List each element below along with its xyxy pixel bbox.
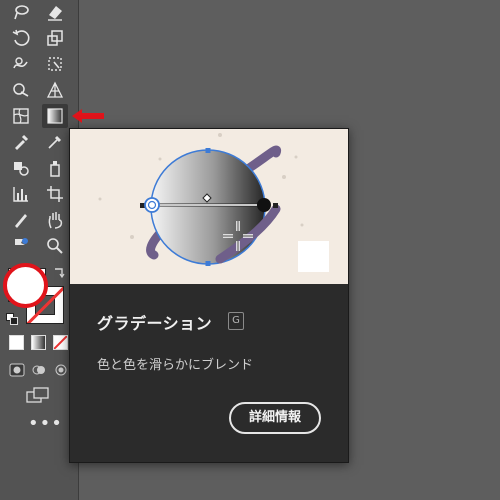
color-mode-button[interactable] [9,335,24,350]
artboard-icon[interactable] [42,182,68,206]
draw-inside-icon[interactable] [53,362,69,376]
perspective-grid-icon[interactable] [42,78,68,102]
eyedropper-icon[interactable] [42,130,68,154]
red-arrow-indicator [72,109,104,123]
eraser-icon[interactable] [42,0,68,24]
tools-panel: ••• [0,0,79,500]
learn-more-button[interactable]: 詳細情報 [229,402,321,434]
shape-builder-icon[interactable] [8,78,34,102]
none-mode-button[interactable] [53,335,68,350]
tooltip-title: グラデーション [97,314,213,333]
blend-icon[interactable] [8,156,34,180]
graph-icon[interactable] [8,182,34,206]
free-transform-icon[interactable] [42,52,68,76]
more-tools-button[interactable]: ••• [28,415,62,433]
mesh-icon[interactable] [8,104,34,128]
default-colors-icon[interactable] [6,310,18,325]
tool-tooltip: グラデーション G 色と色を滑らかにブレンド 詳細情報 [69,128,349,463]
highlight-circle [3,263,48,308]
white-color-swatch [298,241,329,272]
shortcut-badge: G [228,312,244,330]
screen-mode-icon[interactable] [26,387,50,403]
tooltip-description: 色と色を滑らかにブレンド [97,358,254,373]
perspective-grid-icon[interactable] [8,234,34,258]
lasso-icon[interactable] [8,0,34,24]
swap-fill-stroke-icon[interactable] [52,266,66,280]
hand-icon[interactable] [42,208,68,232]
zoom-icon[interactable] [42,234,68,258]
warp-icon[interactable] [8,52,34,76]
draw-normal-icon[interactable] [9,362,25,377]
symbol-sprayer-icon[interactable] [42,156,68,180]
gradient-icon[interactable] [42,104,68,128]
slice-icon[interactable] [8,208,34,232]
eyedropper-icon[interactable] [8,130,34,154]
rotate-icon[interactable] [8,26,34,50]
draw-behind-icon[interactable] [31,362,47,376]
gradient-mode-button[interactable] [31,335,46,350]
scale-icon[interactable] [42,26,68,50]
gradient-preview-illustration [70,129,348,284]
